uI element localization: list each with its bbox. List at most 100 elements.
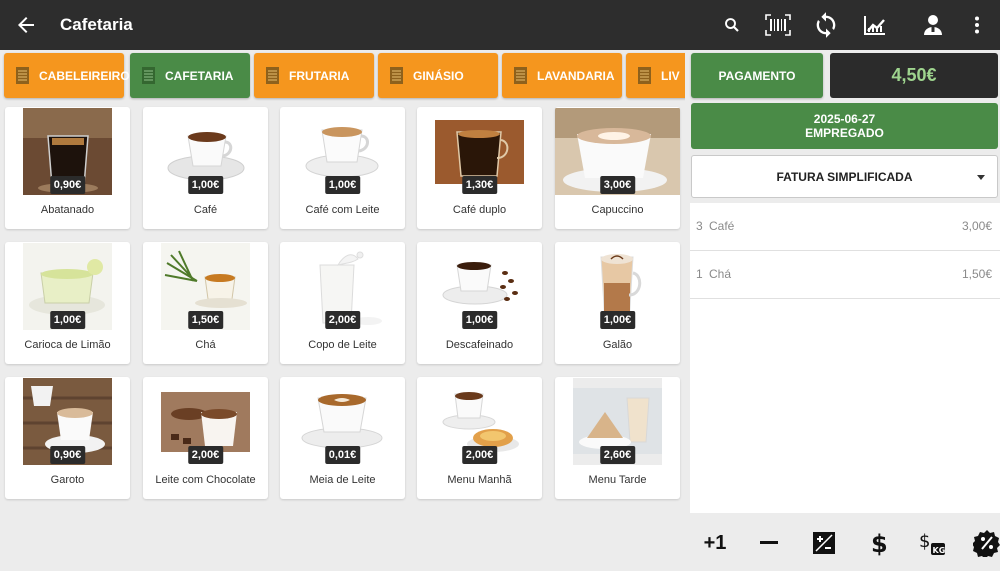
product-name: Menu Manhã: [447, 474, 512, 486]
svg-text:KG: KG: [933, 546, 946, 555]
category-label: CABELEIREIRO: [39, 68, 130, 83]
minus-icon[interactable]: [754, 528, 784, 558]
product-card[interactable]: 1,00€ Descafeinado: [417, 242, 542, 364]
category-tab[interactable]: FRUTARIA: [254, 53, 374, 98]
product-card[interactable]: 2,00€ Menu Manhã: [417, 377, 542, 499]
product-card[interactable]: 1,00€ Galão: [555, 242, 680, 364]
product-card[interactable]: 1,50€ Chá: [143, 242, 268, 364]
category-label: FRUTARIA: [289, 68, 350, 83]
dropdown-caret-icon: [977, 175, 985, 180]
product-price: 0,90€: [49, 176, 86, 194]
document-type-select[interactable]: FATURA SIMPLIFICADA: [691, 155, 998, 198]
edit-price-icon[interactable]: [809, 528, 839, 558]
product-card[interactable]: 1,00€ Café com Leite: [280, 107, 405, 229]
menu-list-icon: [514, 67, 527, 84]
product-name: Chá: [195, 339, 216, 351]
product-price: 0,01€: [324, 446, 361, 464]
total-amount: 4,50€: [830, 53, 998, 98]
product-price: 2,60€: [599, 446, 636, 464]
line-value: 1,50€: [961, 267, 992, 281]
product-name: Meia de Leite: [309, 474, 376, 486]
top-app-bar: Cafetaria: [0, 0, 1000, 50]
category-tab[interactable]: GINÁSIO: [378, 53, 498, 98]
back-arrow-icon[interactable]: [14, 13, 38, 37]
menu-list-icon: [390, 67, 403, 84]
plus-one-icon[interactable]: +1: [700, 528, 730, 558]
more-vert-icon[interactable]: [962, 10, 992, 40]
line-quantity: 1: [696, 267, 703, 281]
dollar-weight-icon[interactable]: $ KG: [918, 528, 948, 558]
product-name: Café: [193, 204, 218, 216]
product-card[interactable]: 1,30€ Café duplo: [417, 107, 542, 229]
product-name: Garoto: [50, 474, 85, 486]
menu-list-icon: [16, 67, 29, 84]
document-type-value: FATURA SIMPLIFICADA: [776, 169, 913, 184]
product-name: Café duplo: [452, 204, 507, 216]
product-price: 2,00€: [324, 311, 361, 329]
product-card[interactable]: 3,00€ Capuccino: [555, 107, 680, 229]
product-card[interactable]: 0,90€ Abatanado: [5, 107, 130, 229]
product-price: 1,00€: [599, 311, 636, 329]
product-name: Capuccino: [591, 204, 644, 216]
product-name: Copo de Leite: [308, 339, 377, 351]
category-tab[interactable]: CAFETARIA: [130, 53, 250, 98]
product-name: Leite com Chocolate: [155, 474, 256, 486]
category-tab[interactable]: LIV: [626, 53, 685, 98]
category-tab[interactable]: CABELEIREIRO: [4, 53, 130, 98]
plus-one-label: +1: [703, 531, 727, 554]
product-price: 1,30€: [461, 176, 498, 194]
product-card[interactable]: 2,00€ Copo de Leite: [280, 242, 405, 364]
menu-list-icon: [266, 67, 279, 84]
product-card[interactable]: 2,60€ Menu Tarde: [555, 377, 680, 499]
product-name: Carioca de Limão: [24, 339, 111, 351]
page-title: Cafetaria: [60, 15, 133, 34]
line-quantity: 3: [696, 219, 703, 233]
user-icon[interactable]: [918, 10, 948, 40]
product-price: 3,00€: [599, 176, 636, 194]
product-name: Galão: [602, 339, 633, 351]
order-line[interactable]: 1 Chá 1,50€: [690, 251, 1000, 299]
product-price: 1,50€: [187, 311, 224, 329]
chart-icon[interactable]: [860, 10, 890, 40]
category-label: GINÁSIO: [413, 68, 464, 83]
product-price: 1,00€: [49, 311, 86, 329]
product-price: 2,00€: [187, 446, 224, 464]
discount-icon[interactable]: [972, 528, 1000, 558]
product-card[interactable]: 1,00€ Carioca de Limão: [5, 242, 130, 364]
svg-text:$: $: [871, 530, 887, 556]
product-name: Abatanado: [40, 204, 95, 216]
product-price: 0,90€: [49, 446, 86, 464]
menu-list-icon: [142, 67, 155, 84]
product-price: 1,00€: [187, 176, 224, 194]
category-label: LAVANDARIA: [537, 68, 615, 83]
order-date: 2025-06-27: [813, 112, 876, 126]
product-card[interactable]: 2,00€ Leite com Chocolate: [143, 377, 268, 499]
order-lines-list: 3 Café 3,00€ 1 Chá 1,50€: [690, 203, 1000, 513]
product-card[interactable]: 0,01€ Meia de Leite: [280, 377, 405, 499]
line-name: Café: [709, 219, 735, 233]
payment-button[interactable]: PAGAMENTO: [691, 53, 823, 98]
product-card[interactable]: 0,90€ Garoto: [5, 377, 130, 499]
category-label: CAFETARIA: [165, 68, 234, 83]
search-icon[interactable]: [717, 10, 747, 40]
product-name: Descafeinado: [445, 339, 514, 351]
product-price: 2,00€: [461, 446, 498, 464]
category-tab[interactable]: LAVANDARIA: [502, 53, 622, 98]
category-tabs: CABELEIREIRO CAFETARIA FRUTARIA GINÁSIO …: [0, 50, 685, 102]
product-name: Café com Leite: [305, 204, 380, 216]
svg-text:$: $: [919, 531, 930, 552]
product-price: 1,00€: [461, 311, 498, 329]
product-card[interactable]: 1,00€ Café: [143, 107, 268, 229]
sync-icon[interactable]: [811, 10, 841, 40]
menu-list-icon: [638, 67, 651, 84]
category-label: LIV: [661, 68, 680, 83]
employee-label: EMPREGADO: [805, 126, 884, 140]
date-employee-button[interactable]: 2025-06-27 EMPREGADO: [691, 103, 998, 149]
product-price: 1,00€: [324, 176, 361, 194]
order-line[interactable]: 3 Café 3,00€: [690, 203, 1000, 251]
barcode-icon[interactable]: [763, 10, 793, 40]
dollar-icon[interactable]: $: [864, 528, 894, 558]
line-name: Chá: [709, 267, 732, 281]
line-value: 3,00€: [961, 219, 992, 233]
product-name: Menu Tarde: [588, 474, 647, 486]
